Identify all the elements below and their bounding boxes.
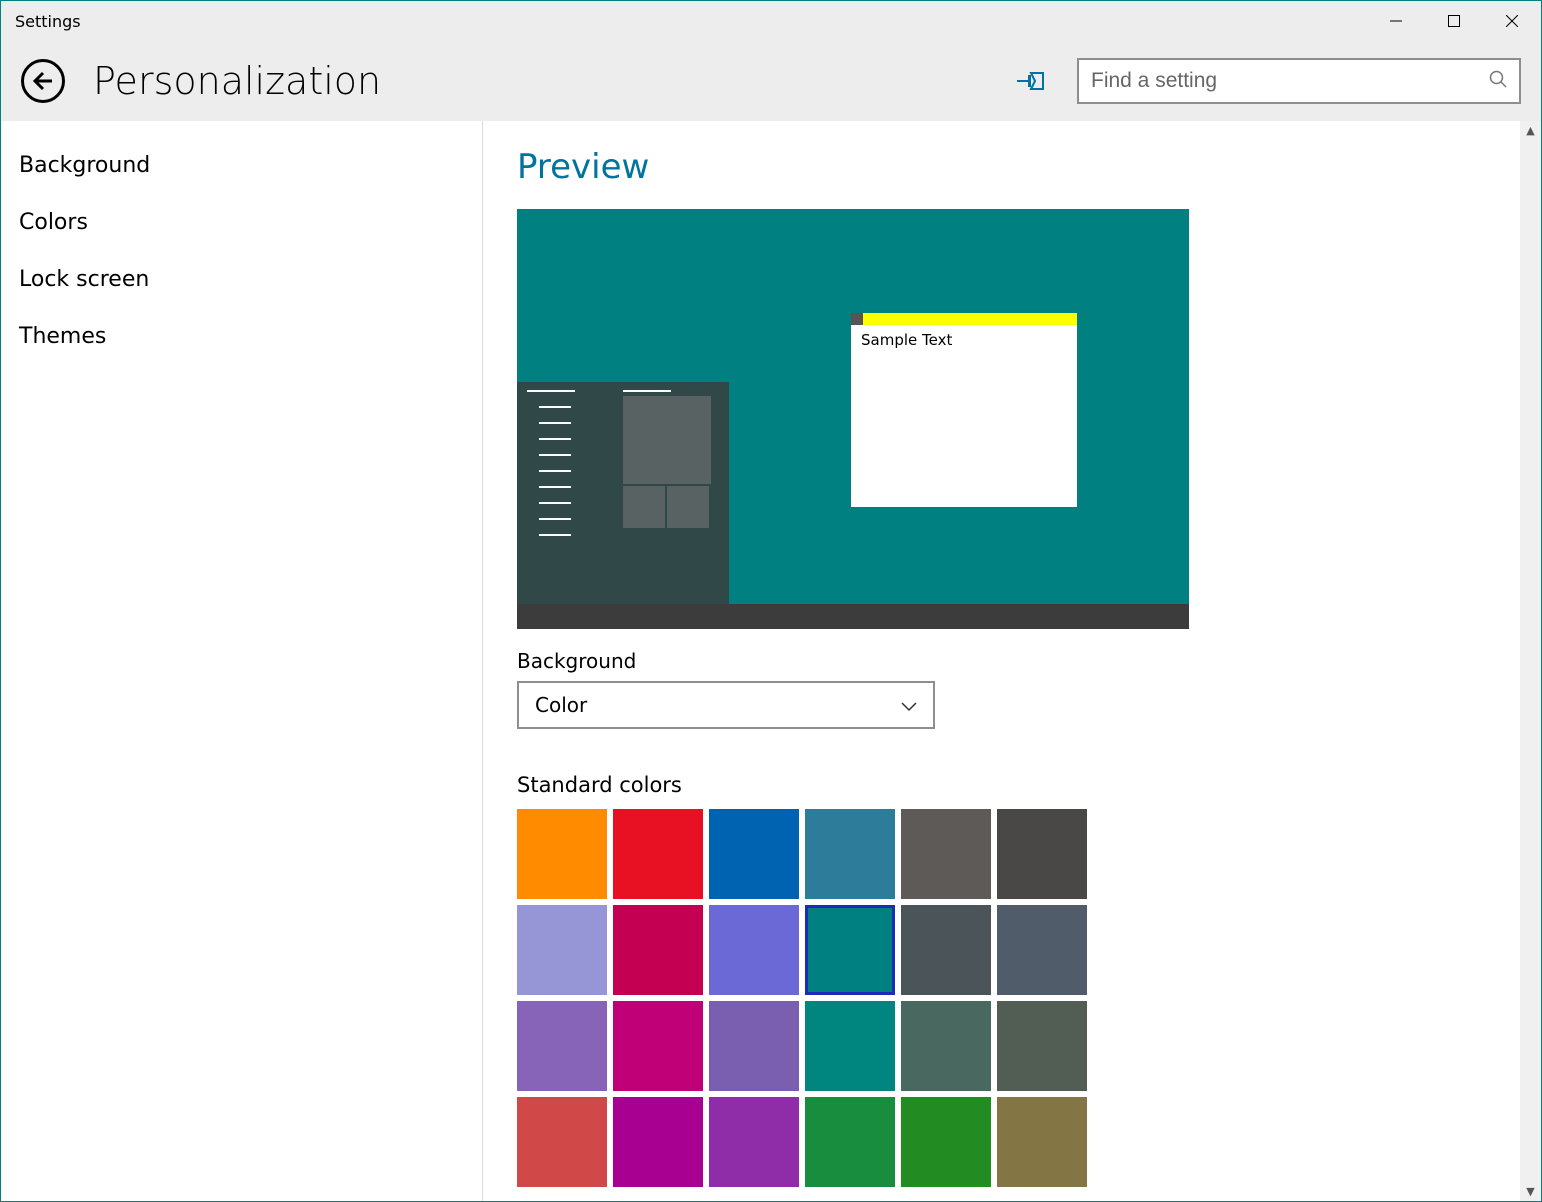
color-swatch[interactable]	[997, 1001, 1087, 1091]
content-area: Background Colors Lock screen Themes Pre…	[1, 121, 1541, 1201]
main-panel: Preview Sample Text Background	[481, 121, 1541, 1201]
color-swatch[interactable]	[709, 809, 799, 899]
color-swatch[interactable]	[613, 1097, 703, 1187]
color-swatch[interactable]	[805, 1001, 895, 1091]
close-button[interactable]	[1483, 1, 1541, 41]
color-swatch[interactable]	[613, 905, 703, 995]
maximize-button[interactable]	[1425, 1, 1483, 41]
preview-sample-window: Sample Text	[851, 313, 1077, 507]
color-swatch[interactable]	[517, 905, 607, 995]
color-swatch[interactable]	[805, 1097, 895, 1187]
scroll-up-icon[interactable]: ▲	[1526, 121, 1534, 140]
standard-colors-grid	[517, 809, 1087, 1187]
page-title: Personalization	[93, 59, 381, 103]
sidebar: Background Colors Lock screen Themes	[1, 121, 481, 1201]
color-swatch[interactable]	[997, 809, 1087, 899]
pin-button[interactable]	[1017, 70, 1045, 92]
chevron-down-icon	[901, 693, 917, 717]
back-button[interactable]	[21, 59, 65, 103]
color-swatch[interactable]	[709, 1097, 799, 1187]
color-swatch[interactable]	[805, 905, 895, 995]
preview-start-menu	[517, 382, 729, 604]
color-swatch[interactable]	[805, 809, 895, 899]
color-swatch[interactable]	[997, 905, 1087, 995]
window-title: Settings	[1, 12, 81, 31]
color-swatch[interactable]	[901, 809, 991, 899]
search-box[interactable]	[1077, 58, 1521, 104]
desktop-preview: Sample Text	[517, 209, 1189, 629]
arrow-left-icon	[32, 70, 54, 92]
vertical-scrollbar[interactable]: ▲ ▼	[1520, 121, 1541, 1201]
color-swatch[interactable]	[901, 1001, 991, 1091]
sidebar-item-themes[interactable]: Themes	[1, 308, 481, 365]
background-field-label: Background	[517, 649, 1541, 673]
color-swatch[interactable]	[901, 905, 991, 995]
preview-taskbar	[517, 604, 1189, 629]
search-input[interactable]	[1091, 69, 1489, 93]
color-swatch[interactable]	[517, 809, 607, 899]
color-swatch[interactable]	[613, 1001, 703, 1091]
header: Personalization	[1, 41, 1541, 121]
minimize-button[interactable]	[1367, 1, 1425, 41]
background-type-value: Color	[535, 693, 587, 717]
search-icon	[1489, 70, 1507, 92]
titlebar: Settings	[1, 1, 1541, 41]
color-swatch[interactable]	[613, 809, 703, 899]
sidebar-item-colors[interactable]: Colors	[1, 194, 481, 251]
color-swatch[interactable]	[517, 1001, 607, 1091]
color-swatch[interactable]	[901, 1097, 991, 1187]
window-controls	[1367, 1, 1541, 41]
preview-heading: Preview	[517, 147, 1541, 187]
scroll-down-icon[interactable]: ▼	[1526, 1182, 1534, 1201]
color-swatch[interactable]	[997, 1097, 1087, 1187]
color-swatch[interactable]	[709, 905, 799, 995]
sidebar-item-background[interactable]: Background	[1, 137, 481, 194]
standard-colors-label: Standard colors	[517, 773, 1541, 797]
pin-icon	[1017, 70, 1045, 92]
color-swatch[interactable]	[517, 1097, 607, 1187]
color-swatch[interactable]	[709, 1001, 799, 1091]
background-type-dropdown[interactable]: Color	[517, 681, 935, 729]
sidebar-item-lock-screen[interactable]: Lock screen	[1, 251, 481, 308]
preview-sample-text: Sample Text	[851, 325, 1077, 355]
